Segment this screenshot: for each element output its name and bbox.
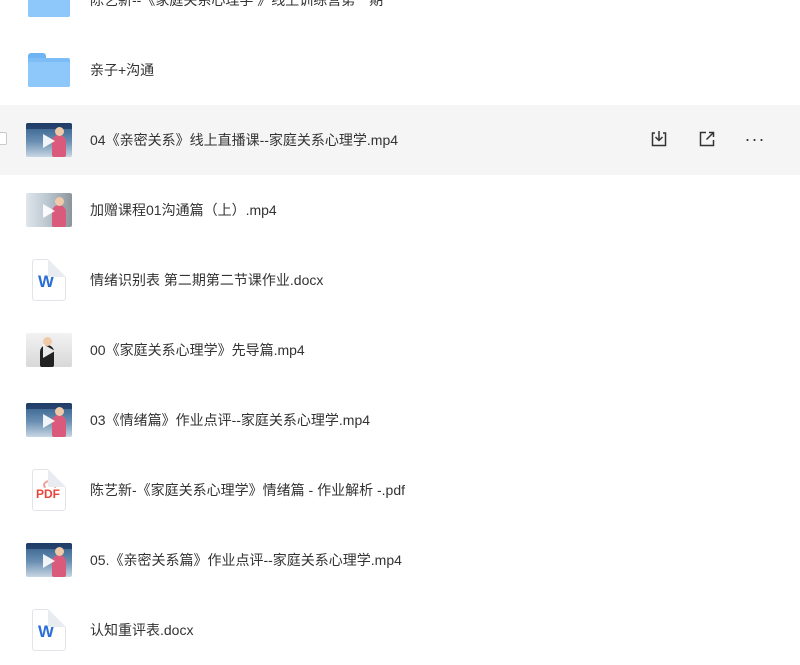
file-row-video[interactable]: 03《情绪篇》作业点评--家庭关系心理学.mp4 bbox=[0, 385, 800, 455]
file-name[interactable]: 00《家庭关系心理学》先导篇.mp4 bbox=[90, 340, 305, 360]
file-name[interactable]: 04《亲密关系》线上直播课--家庭关系心理学.mp4 bbox=[90, 130, 398, 150]
file-name[interactable]: 认知重评表.docx bbox=[90, 620, 193, 640]
video-thumbnail bbox=[26, 397, 72, 443]
file-row-word[interactable]: W 认知重评表.docx bbox=[0, 595, 800, 665]
file-row-word[interactable]: W 情绪识别表 第二期第二节课作业.docx bbox=[0, 245, 800, 315]
file-row-video[interactable]: 05.《亲密关系篇》作业点评--家庭关系心理学.mp4 bbox=[0, 525, 800, 595]
file-name[interactable]: 03《情绪篇》作业点评--家庭关系心理学.mp4 bbox=[90, 410, 370, 430]
folder-icon bbox=[26, 0, 72, 23]
share-icon bbox=[699, 131, 715, 147]
word-doc-icon: W bbox=[26, 607, 72, 653]
video-thumbnail bbox=[26, 537, 72, 583]
play-icon bbox=[43, 414, 55, 428]
video-thumbnail bbox=[26, 327, 72, 373]
file-row-video[interactable]: 加赠课程01沟通篇（上）.mp4 bbox=[0, 175, 800, 245]
share-button[interactable] bbox=[694, 126, 720, 152]
word-glyph: W bbox=[38, 272, 55, 291]
row-actions: ··· bbox=[646, 126, 768, 152]
play-icon bbox=[43, 204, 55, 218]
video-thumbnail bbox=[26, 117, 72, 163]
play-icon bbox=[43, 134, 55, 148]
file-name[interactable]: 加赠课程01沟通篇（上）.mp4 bbox=[90, 200, 277, 220]
download-icon bbox=[651, 131, 667, 147]
file-name[interactable]: 情绪识别表 第二期第二节课作业.docx bbox=[90, 270, 323, 290]
play-icon bbox=[43, 344, 55, 358]
select-checkbox[interactable] bbox=[0, 132, 7, 145]
file-name[interactable]: 陈艺新--《家庭关系心理学 》线上训练营第一期 bbox=[90, 0, 383, 10]
folder-icon bbox=[26, 47, 72, 93]
video-thumbnail bbox=[26, 187, 72, 233]
file-name[interactable]: 陈艺新-《家庭关系心理学》情绪篇 - 作业解析 -.pdf bbox=[90, 480, 405, 500]
more-icon: ··· bbox=[744, 129, 766, 149]
word-glyph: W bbox=[38, 622, 55, 641]
file-name[interactable]: 亲子+沟通 bbox=[90, 60, 154, 80]
file-row-folder[interactable]: 亲子+沟通 bbox=[0, 35, 800, 105]
download-button[interactable] bbox=[646, 126, 672, 152]
file-row-folder[interactable]: 陈艺新--《家庭关系心理学 》线上训练营第一期 bbox=[0, 0, 800, 35]
file-row-pdf[interactable]: PDF 陈艺新-《家庭关系心理学》情绪篇 - 作业解析 -.pdf bbox=[0, 455, 800, 525]
more-button[interactable]: ··· bbox=[742, 126, 768, 152]
file-list: 陈艺新--《家庭关系心理学 》线上训练营第一期 亲子+沟通 04《亲密关系》线上… bbox=[0, 0, 800, 665]
file-row-video[interactable]: 00《家庭关系心理学》先导篇.mp4 bbox=[0, 315, 800, 385]
pdf-glyph: PDF bbox=[36, 487, 60, 501]
file-row-video-hovered[interactable]: 04《亲密关系》线上直播课--家庭关系心理学.mp4 ··· bbox=[0, 105, 800, 175]
pdf-doc-icon: PDF bbox=[26, 467, 72, 513]
file-name[interactable]: 05.《亲密关系篇》作业点评--家庭关系心理学.mp4 bbox=[90, 550, 402, 570]
word-doc-icon: W bbox=[26, 257, 72, 303]
play-icon bbox=[43, 554, 55, 568]
